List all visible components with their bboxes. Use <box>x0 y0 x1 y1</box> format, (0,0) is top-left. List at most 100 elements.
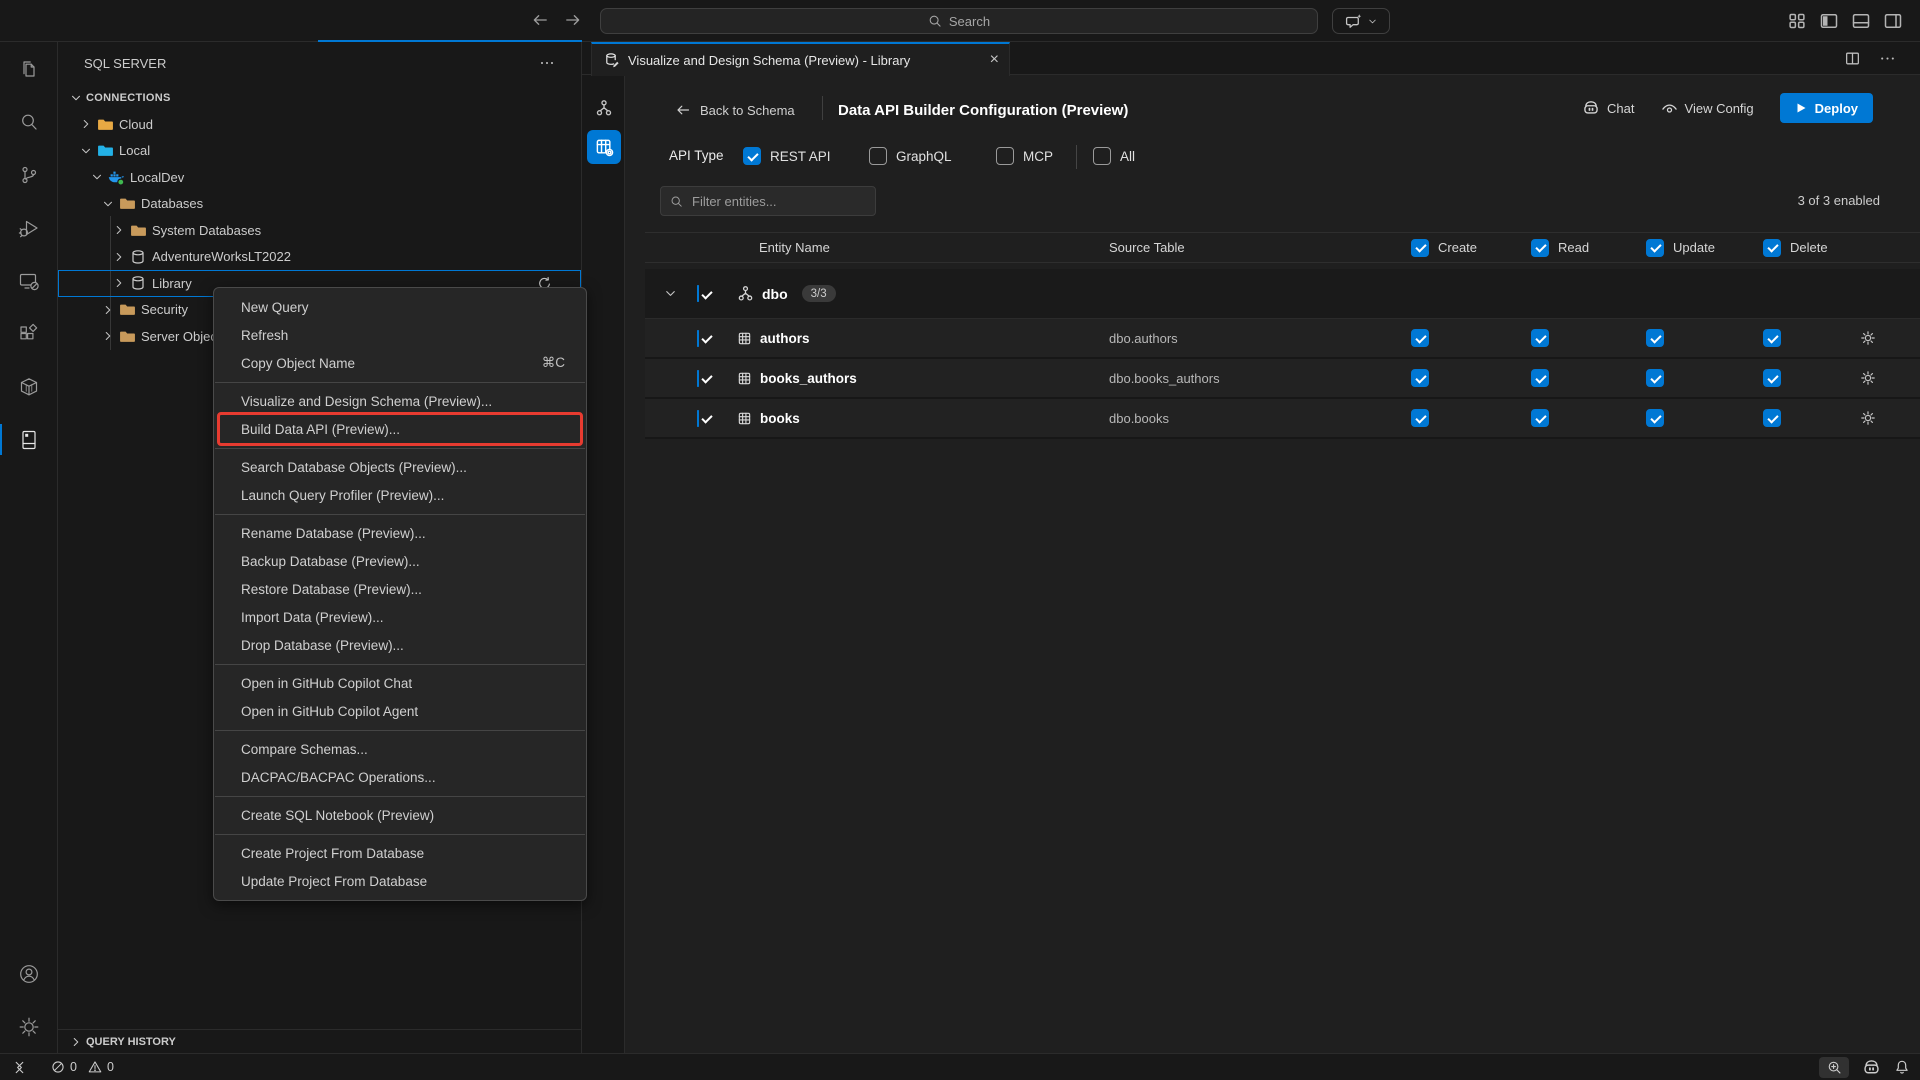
books-authors-checkbox[interactable] <box>697 370 699 387</box>
graphql-option[interactable]: GraphQL <box>869 147 952 165</box>
all-checkbox[interactable] <box>1093 147 1111 165</box>
connections-section-header[interactable]: CONNECTIONS <box>58 84 581 111</box>
more-actions-icon[interactable] <box>1879 50 1896 67</box>
customize-layout-icon[interactable] <box>1787 11 1807 31</box>
menu-item-search-database-objects[interactable]: Search Database Objects (Preview)... <box>214 453 586 481</box>
authors-update-checkbox[interactable] <box>1646 329 1664 347</box>
menu-item-refresh[interactable]: Refresh <box>214 321 586 349</box>
tree-item-system-databases[interactable]: System Databases <box>58 217 581 244</box>
query-history-section-header[interactable]: QUERY HISTORY <box>58 1029 581 1053</box>
tab-visualize-design-schema[interactable]: Visualize and Design Schema (Preview) - … <box>591 42 1010 76</box>
filter-entities-field[interactable] <box>660 186 876 216</box>
books-delete-checkbox[interactable] <box>1763 409 1781 427</box>
menu-item-restore-database[interactable]: Restore Database (Preview)... <box>214 575 586 603</box>
schema-group-row-dbo[interactable]: dbo 3/3 <box>645 269 1920 319</box>
data-api-builder-tool-icon[interactable] <box>587 130 621 164</box>
table-row-books[interactable]: books dbo.books <box>645 399 1920 439</box>
delete-all-checkbox[interactable] <box>1763 239 1781 257</box>
gear-icon[interactable] <box>1850 370 1920 386</box>
books-read-checkbox[interactable] <box>1531 409 1549 427</box>
mcp-option[interactable]: MCP <box>996 147 1053 165</box>
mcp-checkbox[interactable] <box>996 147 1014 165</box>
gear-icon[interactable] <box>1850 330 1920 346</box>
read-all-checkbox[interactable] <box>1531 239 1549 257</box>
split-editor-icon[interactable] <box>1844 50 1861 67</box>
menu-item-launch-query-profiler[interactable]: Launch Query Profiler (Preview)... <box>214 481 586 509</box>
deploy-button[interactable]: Deploy <box>1780 93 1873 123</box>
more-actions-icon[interactable] <box>539 55 555 71</box>
remote-indicator-icon[interactable] <box>12 1060 27 1075</box>
toggle-secondary-sidebar-icon[interactable] <box>1883 11 1903 31</box>
authors-read-checkbox[interactable] <box>1531 329 1549 347</box>
chat-button[interactable]: Chat <box>1582 99 1634 117</box>
table-row-books-authors[interactable]: books_authors dbo.books_authors <box>645 359 1920 399</box>
menu-item-compare-schemas[interactable]: Compare Schemas... <box>214 735 586 763</box>
copilot-chat-button[interactable] <box>1332 8 1390 34</box>
activity-extensions[interactable] <box>0 307 58 360</box>
books-checkbox[interactable] <box>697 410 699 427</box>
menu-item-copy-object-name[interactable]: Copy Object Name⌘C <box>214 349 586 377</box>
chevron-down-icon[interactable] <box>645 286 690 301</box>
activity-search[interactable] <box>0 95 58 148</box>
menu-item-build-data-api[interactable]: Build Data API (Preview)... <box>214 415 586 443</box>
gear-icon[interactable] <box>1850 410 1920 426</box>
activity-containers[interactable] <box>0 360 58 413</box>
schema-diagram-tool-icon[interactable] <box>595 99 613 117</box>
activity-source-control[interactable] <box>0 148 58 201</box>
menu-item-visualize-design-schema[interactable]: Visualize and Design Schema (Preview)... <box>214 387 586 415</box>
view-config-button[interactable]: View Config <box>1661 100 1754 117</box>
menu-item-drop-database[interactable]: Drop Database (Preview)... <box>214 631 586 659</box>
graphql-checkbox[interactable] <box>869 147 887 165</box>
activity-run-debug[interactable] <box>0 201 58 254</box>
table-row-authors[interactable]: authors dbo.authors <box>645 319 1920 359</box>
activity-settings[interactable] <box>0 1000 58 1053</box>
all-option[interactable]: All <box>1093 147 1135 165</box>
forward-arrow-icon[interactable] <box>564 11 582 29</box>
back-to-schema-button[interactable]: Back to Schema <box>675 95 795 125</box>
tree-item-databases[interactable]: Databases <box>58 191 581 218</box>
tree-item-local[interactable]: Local <box>58 138 581 165</box>
update-all-checkbox[interactable] <box>1646 239 1664 257</box>
create-all-checkbox[interactable] <box>1411 239 1429 257</box>
menu-item-import-data[interactable]: Import Data (Preview)... <box>214 603 586 631</box>
books-authors-read-checkbox[interactable] <box>1531 369 1549 387</box>
books-update-checkbox[interactable] <box>1646 409 1664 427</box>
dbo-checkbox[interactable] <box>697 285 699 302</box>
toggle-primary-sidebar-icon[interactable] <box>1819 11 1839 31</box>
activity-explorer[interactable] <box>0 42 58 95</box>
menu-item-create-sql-notebook[interactable]: Create SQL Notebook (Preview) <box>214 801 586 829</box>
menu-item-update-project[interactable]: Update Project From Database <box>214 867 586 895</box>
command-center-search[interactable]: Search <box>600 8 1318 34</box>
rest-api-option[interactable]: REST API <box>743 147 831 165</box>
back-arrow-icon[interactable] <box>531 11 549 29</box>
notifications-bell-icon[interactable] <box>1894 1059 1910 1075</box>
books-create-checkbox[interactable] <box>1411 409 1429 427</box>
toggle-panel-icon[interactable] <box>1851 11 1871 31</box>
authors-create-checkbox[interactable] <box>1411 329 1429 347</box>
authors-delete-checkbox[interactable] <box>1763 329 1781 347</box>
menu-item-dacpac-bacpac[interactable]: DACPAC/BACPAC Operations... <box>214 763 586 791</box>
close-icon[interactable]: × <box>990 52 999 68</box>
tree-item-localdev[interactable]: LocalDev <box>58 164 581 191</box>
activity-account[interactable] <box>0 947 58 1000</box>
zoom-indicator[interactable] <box>1819 1057 1849 1078</box>
authors-checkbox[interactable] <box>697 330 699 347</box>
menu-item-rename-database[interactable]: Rename Database (Preview)... <box>214 519 586 547</box>
rest-api-checkbox[interactable] <box>743 147 761 165</box>
menu-item-backup-database[interactable]: Backup Database (Preview)... <box>214 547 586 575</box>
books-authors-delete-checkbox[interactable] <box>1763 369 1781 387</box>
activity-sql-server[interactable] <box>0 413 58 466</box>
menu-item-open-copilot-chat[interactable]: Open in GitHub Copilot Chat <box>214 669 586 697</box>
tree-item-adventureworks[interactable]: AdventureWorksLT2022 <box>58 244 581 271</box>
filter-entities-input[interactable] <box>690 193 870 210</box>
menu-item-create-project[interactable]: Create Project From Database <box>214 839 586 867</box>
books-authors-update-checkbox[interactable] <box>1646 369 1664 387</box>
books-authors-create-checkbox[interactable] <box>1411 369 1429 387</box>
copilot-status-icon[interactable] <box>1862 1058 1881 1077</box>
menu-item-open-copilot-agent[interactable]: Open in GitHub Copilot Agent <box>214 697 586 725</box>
problems-indicator[interactable]: 0 0 <box>51 1060 114 1074</box>
activity-remote-explorer[interactable] <box>0 254 58 307</box>
table-icon <box>737 371 752 386</box>
tree-item-cloud[interactable]: Cloud <box>58 111 581 138</box>
menu-item-new-query[interactable]: New Query <box>214 293 586 321</box>
